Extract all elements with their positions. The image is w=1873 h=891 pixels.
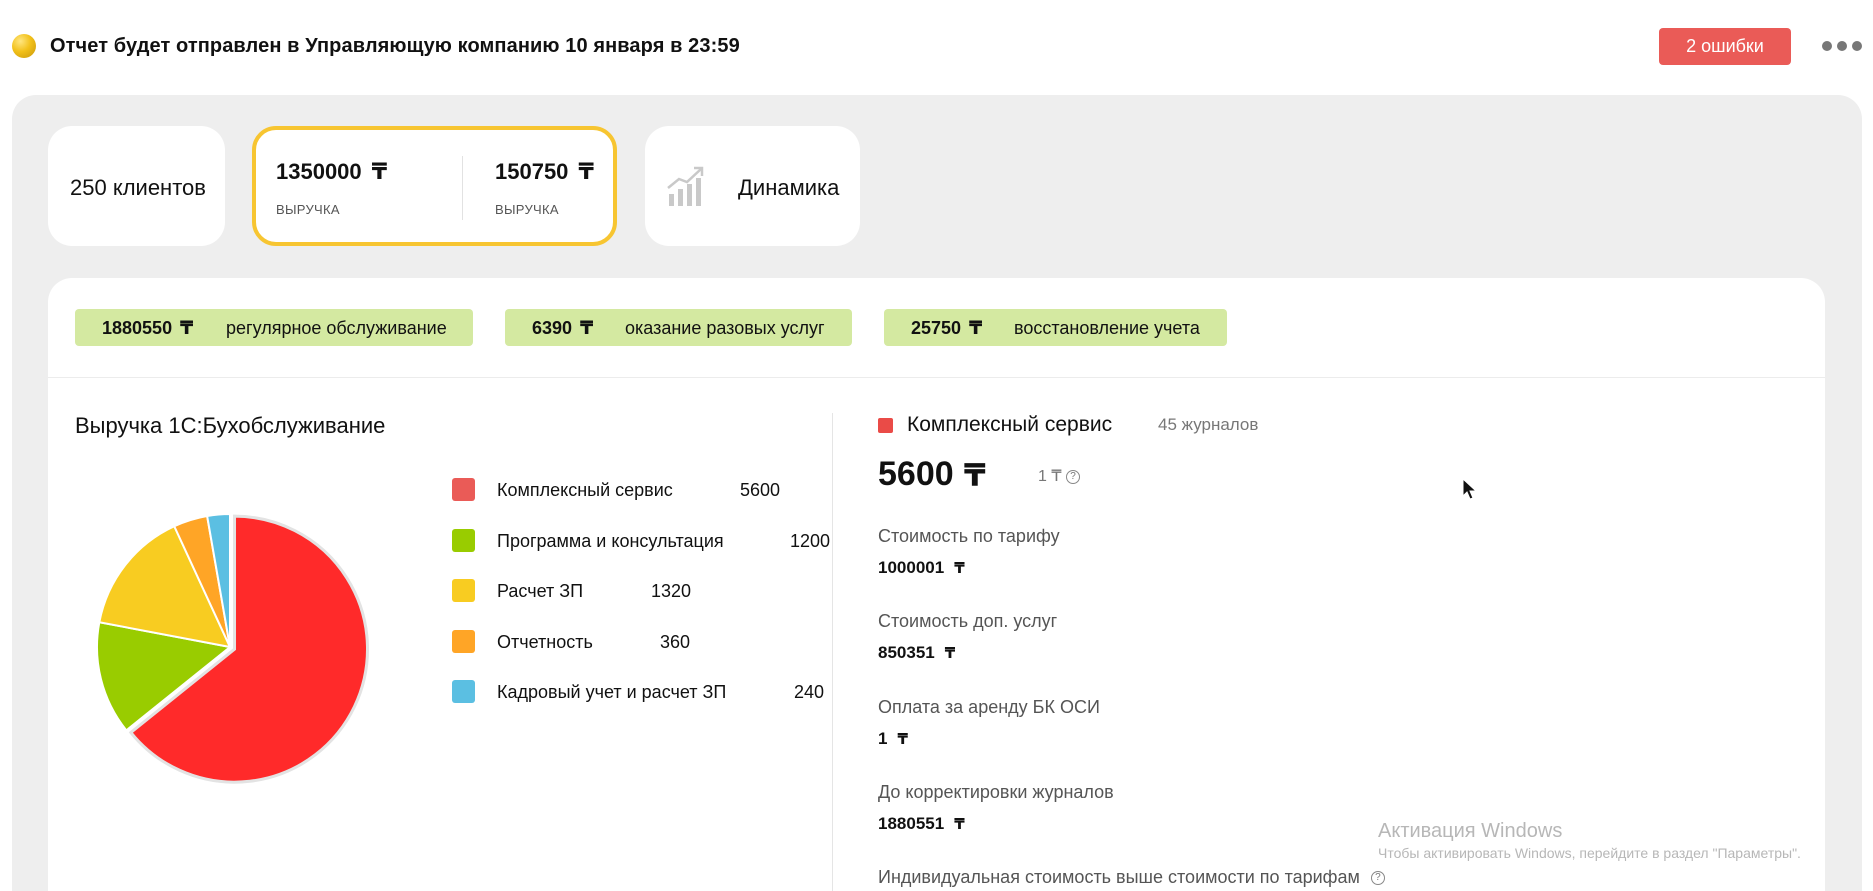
more-options-button[interactable]: [1822, 36, 1862, 56]
legend-label: Программа и консультация: [497, 530, 724, 551]
divider: [462, 156, 463, 220]
legend-value: 5600: [740, 480, 781, 500]
dot-icon: [1822, 41, 1832, 51]
revenue-label-1: ВЫРУЧКА: [276, 202, 340, 217]
legend-label: Комплексный сервис: [497, 480, 673, 500]
before-correction-value: 1880551 ₸: [878, 814, 965, 833]
chip-one-time-services[interactable]: 6390 ₸ оказание разовых услуг: [505, 309, 852, 346]
clients-card[interactable]: 250 клиентов: [48, 126, 225, 246]
unit-price: 1 ₸ ?: [1038, 466, 1080, 486]
extra-services-value: 850351 ₸: [878, 643, 956, 662]
service-color-swatch: [878, 418, 893, 433]
help-icon[interactable]: ?: [1370, 871, 1385, 886]
chip-currency: ₸: [580, 318, 594, 339]
revenue-card[interactable]: 1350000 ₸ ВЫРУЧКА 150750 ₸ ВЫРУЧКА: [252, 126, 617, 246]
legend-label: Кадровый учет и расчет ЗП: [497, 682, 727, 702]
legend-swatch: [452, 579, 475, 602]
legend-value: 1320: [651, 581, 692, 601]
revenue-pie-chart: [96, 512, 369, 784]
legend-value: 1200: [790, 530, 831, 551]
clients-count: 250 клиентов: [70, 175, 206, 200]
report-status-title: Отчет будет отправлен в Управляющую комп…: [50, 35, 740, 57]
individual-cost-note-text: Индивидуальная стоимость выше стоимости …: [878, 867, 1360, 887]
section-divider: [48, 377, 1825, 378]
rent-payment-value: 1 ₸: [878, 729, 908, 748]
tariff-cost-value: 1000001 ₸: [878, 558, 965, 577]
individual-cost-note: Индивидуальная стоимость выше стоимости …: [878, 867, 1385, 888]
growth-chart-icon: [667, 166, 704, 206]
service-total: 5600: [878, 455, 954, 493]
legend-value: 240: [794, 682, 825, 702]
rent-payment-label: Оплата за аренду БК ОСИ: [878, 697, 1100, 717]
legend-swatch: [452, 528, 475, 552]
dot-icon: [1852, 41, 1862, 51]
legend-label: Расчет ЗП: [497, 581, 584, 601]
chip-label: оказание разовых услуг: [625, 318, 825, 338]
chip-currency: ₸: [969, 318, 983, 339]
dynamics-card[interactable]: Динамика: [645, 126, 860, 246]
journals-count: 45 журналов: [1158, 415, 1259, 434]
help-icon[interactable]: ?: [1065, 469, 1080, 484]
errors-button[interactable]: 2 ошибки: [1659, 28, 1791, 65]
service-total-currency: ₸: [964, 458, 986, 493]
dynamics-label: Динамика: [738, 175, 840, 200]
chip-currency: ₸: [180, 318, 194, 339]
top-bar: Отчет будет отправлен в Управляющую комп…: [0, 0, 1873, 92]
service-name: Комплексный сервис: [907, 413, 1113, 436]
chip-amount: 25750: [911, 318, 962, 338]
legend-swatch: [452, 680, 475, 703]
legend-swatch: [452, 629, 475, 653]
revenue-value-2: 150750 ₸: [495, 159, 594, 184]
status-indicator-icon: [12, 34, 36, 58]
revenue-label-2: ВЫРУЧКА: [495, 202, 559, 217]
chart-title: Выручка 1С:Бухобслуживание: [75, 413, 386, 438]
chip-regular-service[interactable]: 1880550 ₸ регулярное обслуживание: [75, 309, 473, 346]
legend-label: Отчетность: [497, 631, 593, 652]
chip-amount: 6390: [532, 318, 573, 338]
tariff-cost-label: Стоимость по тарифу: [878, 526, 1060, 546]
column-divider: [832, 413, 833, 891]
chip-accounting-recovery[interactable]: 25750 ₸ восстановление учета: [884, 309, 1227, 346]
revenue-value-1: 1350000 ₸: [276, 159, 388, 184]
before-correction-label: До корректировки журналов: [878, 782, 1114, 802]
windows-activation-subtitle: Чтобы активировать Windows, перейдите в …: [1378, 845, 1801, 861]
unit-price-value: 1 ₸: [1038, 468, 1062, 485]
extra-services-label: Стоимость доп. услуг: [878, 611, 1058, 631]
legend-swatch: [452, 478, 475, 501]
windows-activation-title: Активация Windows: [1378, 820, 1563, 842]
chip-label: регулярное обслуживание: [226, 318, 447, 338]
chip-amount: 1880550: [102, 318, 173, 338]
mouse-cursor-icon: [1462, 478, 1478, 500]
dot-icon: [1837, 41, 1847, 51]
chip-label: восстановление учета: [1014, 318, 1200, 338]
legend-value: 360: [660, 631, 691, 652]
